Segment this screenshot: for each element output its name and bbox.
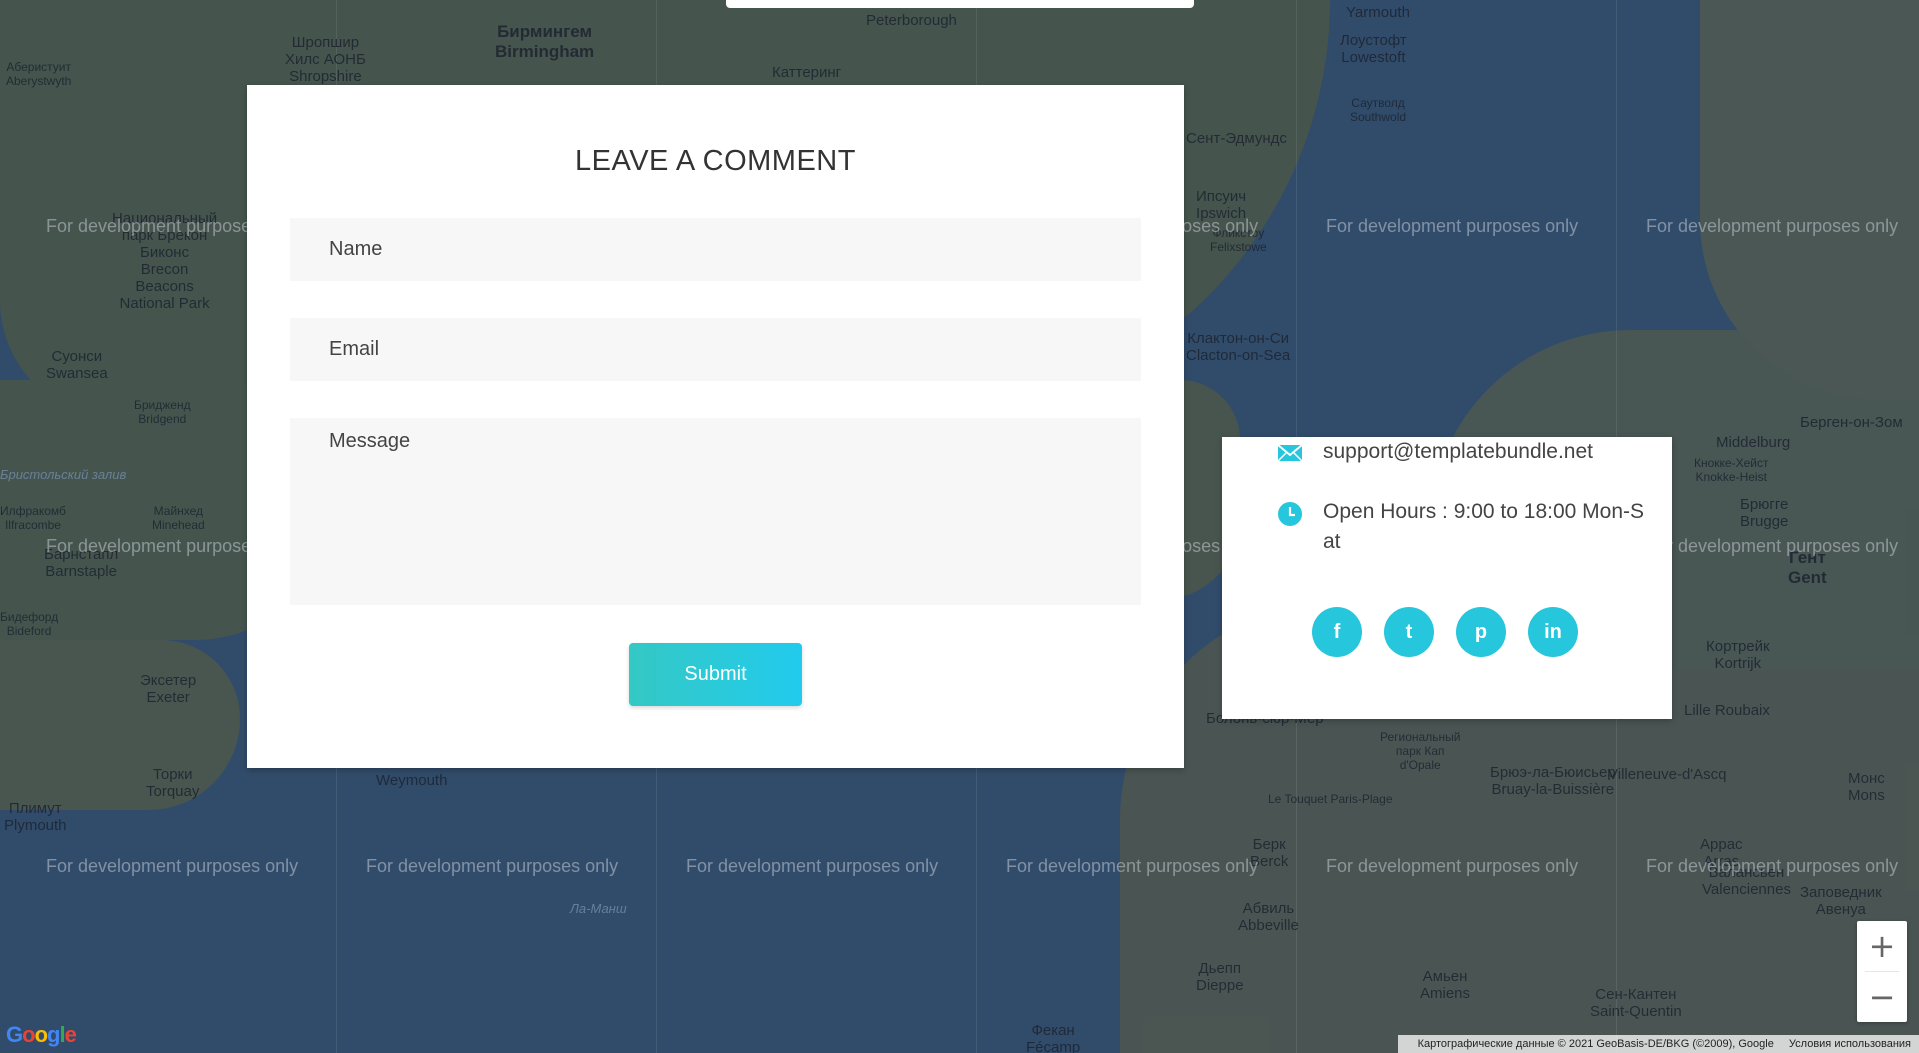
map-place-label: Саутволд Southwold xyxy=(1350,96,1407,124)
pinterest-icon[interactable]: p xyxy=(1456,607,1506,657)
envelope-icon xyxy=(1277,444,1303,462)
dev-watermark: For development purposes only xyxy=(46,856,299,876)
contact-email[interactable]: support@templatebundle.net xyxy=(1323,437,1593,467)
dev-watermark: For development purposes only xyxy=(686,856,939,876)
name-input[interactable] xyxy=(290,218,1141,281)
contact-info-card: support@templatebundle.net Open Hours : … xyxy=(1222,437,1672,719)
map-place-label: Le Touquet Paris-Plage xyxy=(1268,792,1393,806)
dev-watermark: For development purposes only xyxy=(366,856,619,876)
dev-watermark: For development purposes only xyxy=(1326,856,1579,876)
comment-form-card: LEAVE A COMMENT Submit xyxy=(247,85,1184,768)
map-place-label: Сент-Эдмундс xyxy=(1186,130,1287,147)
map-place-label: Суонси Swansea xyxy=(46,348,108,382)
map-place-label: Шропшир Хилс АОНБ Shropshire xyxy=(285,34,366,85)
map-place-label: Амьен Amiens xyxy=(1420,968,1471,1002)
map-place-label: Фекан Fécamp xyxy=(1026,1022,1081,1053)
top-card-edge xyxy=(726,0,1194,8)
map-attribution: Картографические данные © 2021 GeoBasis-… xyxy=(1397,1035,1919,1053)
contact-hours-row: Open Hours : 9:00 to 18:00 Mon-Sat xyxy=(1277,497,1647,557)
map-place-label: Кортрейк Kortrijk xyxy=(1706,638,1770,672)
map-place-label: Монс Mons xyxy=(1848,770,1885,804)
attribution-text: Картографические данные © 2021 GeoBasis-… xyxy=(1417,1038,1774,1050)
facebook-icon[interactable]: f xyxy=(1312,607,1362,657)
social-links: f t p in xyxy=(1312,607,1578,657)
map-place-label: Торки Torquay xyxy=(146,766,200,800)
map-place-label: Берген-он-Зом xyxy=(1800,414,1903,431)
map-place-label: Weymouth xyxy=(376,772,448,789)
map-place-label: Сен-Кантен Saint-Quentin xyxy=(1590,986,1682,1020)
map-place-label: Middelburg xyxy=(1716,434,1791,451)
map-place-label: Плимут Plymouth xyxy=(4,800,67,834)
zoom-in-button[interactable]: + xyxy=(1857,921,1907,971)
linkedin-icon[interactable]: in xyxy=(1528,607,1578,657)
terms-link[interactable]: Условия использования xyxy=(1789,1038,1911,1050)
map-place-label: Бридженд Bridgend xyxy=(134,398,191,426)
map-place-label: Peterborough xyxy=(866,12,957,29)
map-place-label: Аберистуит Aberystwyth xyxy=(6,60,72,88)
zoom-control: + − xyxy=(1857,921,1907,1022)
contact-hours: Open Hours : 9:00 to 18:00 Mon-Sat xyxy=(1323,500,1645,553)
map-land xyxy=(0,640,240,810)
google-logo[interactable]: Google xyxy=(6,1022,77,1048)
map-place-label: Брюэ-ла-Бюисьер Bruay-la-Buissière xyxy=(1490,764,1616,798)
map-place-label: Илфракомб Ilfracombe xyxy=(0,504,66,532)
dev-watermark: For development purposes only xyxy=(1646,536,1899,556)
map-place-label: Бидефорд Bideford xyxy=(0,610,59,638)
email-input[interactable] xyxy=(290,318,1141,381)
contact-email-row: support@templatebundle.net xyxy=(1277,437,1647,467)
map-place-label: Брюгге Brugge xyxy=(1740,496,1789,530)
submit-button[interactable]: Submit xyxy=(629,643,802,706)
twitter-icon[interactable]: t xyxy=(1384,607,1434,657)
dev-watermark: For development purposes only xyxy=(1326,216,1579,236)
zoom-out-button[interactable]: − xyxy=(1857,972,1907,1022)
message-textarea[interactable] xyxy=(290,418,1141,605)
map-place-label: Лоустофт Lowestoft xyxy=(1340,32,1407,66)
map-place-label: Кнокке-Хейст Knokke-Heist xyxy=(1694,456,1769,484)
map-place-label: Региональный парк Кап d'Opale xyxy=(1380,730,1461,772)
map-place-label: Дьепп Dieppe xyxy=(1196,960,1244,994)
map-place-label: Каттеринг xyxy=(772,64,842,81)
map-place-label: Эксетер Exeter xyxy=(140,672,197,706)
map-place-label: Заповедник Авенуа xyxy=(1800,884,1882,918)
clock-icon xyxy=(1278,502,1302,526)
map-place-label: Бирмингем Birmingham xyxy=(495,22,595,61)
form-title: LEAVE A COMMENT xyxy=(575,145,856,177)
map-place-label: Villeneuve-d'Ascq xyxy=(1608,766,1727,783)
map-place-label: Бристольский залив xyxy=(0,467,127,482)
map-place-label: Абвиль Abbeville xyxy=(1238,900,1299,934)
map-place-label: Майнхед Minehead xyxy=(152,504,205,532)
map-place-label: Lille Roubaix xyxy=(1684,702,1770,719)
dev-watermark: For development purposes only xyxy=(1006,856,1259,876)
dev-watermark: For development purposes only xyxy=(1646,856,1899,876)
map-place-label: Клактон-он-Си Clacton-on-Sea xyxy=(1186,330,1291,364)
dev-watermark: For development purposes only xyxy=(1646,216,1899,236)
map-place-label: Ла-Манш xyxy=(570,901,627,916)
map-place-label: Yarmouth xyxy=(1346,4,1410,21)
